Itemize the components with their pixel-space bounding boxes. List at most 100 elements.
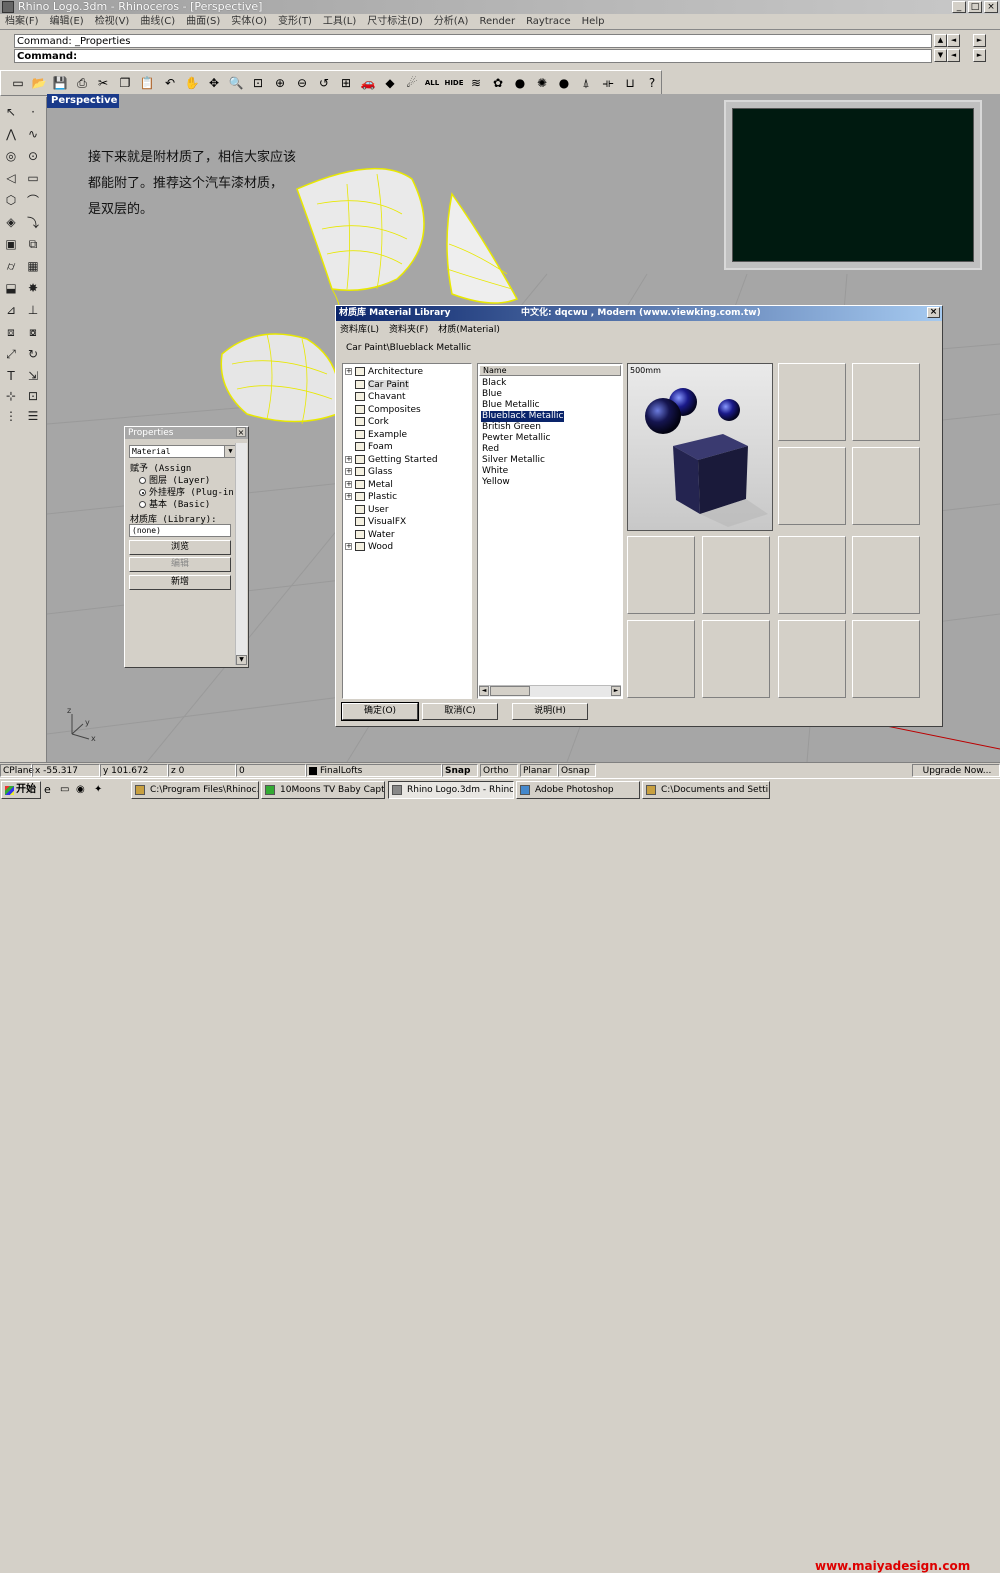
tree-node[interactable]: + Plastic: [345, 491, 397, 503]
material-swatch[interactable]: [702, 620, 770, 698]
sweep-icon[interactable]: ⤵: [24, 213, 42, 231]
desktop-quicklaunch-icon[interactable]: ▭: [60, 783, 74, 797]
four-viewports-icon[interactable]: ⊞: [337, 74, 355, 92]
minimize-button[interactable]: _: [952, 1, 966, 13]
color-wheel-icon[interactable]: ✿: [489, 74, 507, 92]
menu-analyze[interactable]: 分析(A): [429, 14, 475, 29]
scroll-right-icon[interactable]: ►: [611, 686, 621, 696]
list-item[interactable]: Black: [481, 378, 507, 389]
list-item-selected[interactable]: Blueblack Metallic: [481, 411, 565, 422]
pan-hand-icon[interactable]: ✋: [183, 74, 201, 92]
trim-icon[interactable]: ⊿: [2, 301, 20, 319]
cylinder-icon[interactable]: ⌭: [2, 257, 20, 275]
list-column-name[interactable]: Name: [479, 365, 621, 376]
light-icon[interactable]: ✺: [533, 74, 551, 92]
properties-type-select[interactable]: Material ▼: [129, 445, 237, 458]
open-file-icon[interactable]: 📂: [30, 74, 48, 92]
list-item[interactable]: Yellow: [481, 477, 511, 488]
tree-node[interactable]: + Architecture: [345, 366, 423, 378]
expand-icon[interactable]: +: [345, 543, 352, 550]
list-item[interactable]: White: [481, 466, 509, 477]
scroll-left-icon[interactable]: ◄: [479, 686, 489, 696]
tree-node[interactable]: + Glass: [345, 466, 392, 478]
tree-node[interactable]: Car Paint: [345, 379, 409, 391]
menu-view[interactable]: 检视(V): [90, 14, 136, 29]
ok-button[interactable]: 确定(O): [341, 702, 419, 721]
material-swatch[interactable]: [852, 536, 920, 614]
task-rhino[interactable]: Rhino Logo.3dm - Rhinoc...: [388, 781, 514, 799]
start-button[interactable]: 开始: [1, 781, 41, 799]
material-swatch[interactable]: [778, 536, 846, 614]
save-file-icon[interactable]: 💾: [51, 74, 69, 92]
point-icon[interactable]: ·: [24, 103, 42, 121]
undo-icon[interactable]: ↶: [161, 74, 179, 92]
gray-sphere-icon[interactable]: ●: [511, 74, 529, 92]
arc-icon[interactable]: ◁: [2, 169, 20, 187]
upgrade-now-button[interactable]: Upgrade Now...: [912, 764, 1000, 777]
extrude-icon[interactable]: ⬓: [2, 279, 20, 297]
history-scroll-right[interactable]: ►: [973, 34, 986, 47]
undo-view-icon[interactable]: ↺: [315, 74, 333, 92]
radio-selected-icon[interactable]: [139, 489, 146, 496]
zoom-icon[interactable]: 🔍: [227, 74, 245, 92]
show-objects-icon[interactable]: ☄: [403, 74, 421, 92]
menu-file[interactable]: 档案(F): [0, 14, 45, 29]
prompt-scroll-down[interactable]: ▼: [934, 49, 947, 62]
menu-edit[interactable]: 编辑(E): [45, 14, 90, 29]
ungroup-icon[interactable]: ⧇: [24, 323, 42, 341]
split-icon[interactable]: ⊥: [24, 301, 42, 319]
current-layer[interactable]: FinalLofts: [306, 764, 442, 777]
task-10moons-capture[interactable]: 10Moons TV Baby Capture: [261, 781, 385, 799]
list-item[interactable]: Red: [481, 444, 500, 455]
group-icon[interactable]: ⧈: [2, 323, 20, 341]
browse-button[interactable]: 浏览: [129, 540, 231, 555]
list-item[interactable]: British Green: [481, 422, 542, 433]
curve-icon[interactable]: ∿: [24, 125, 42, 143]
tree-node[interactable]: Cork: [345, 416, 389, 428]
material-swatch[interactable]: [627, 536, 695, 614]
mesh-icon[interactable]: ▦: [24, 257, 42, 275]
show-all-button[interactable]: ALL: [423, 74, 441, 92]
menu-transform[interactable]: 变形(T): [273, 14, 318, 29]
help-button[interactable]: 说明(H): [512, 703, 588, 720]
menu-dimension[interactable]: 尺寸标注(D): [362, 14, 429, 29]
radio-icon[interactable]: [139, 501, 146, 508]
tree-node[interactable]: User: [345, 504, 389, 516]
polyline-icon[interactable]: ⋀: [2, 125, 20, 143]
copy-icon[interactable]: ❐: [116, 74, 134, 92]
menu-solid[interactable]: 实体(O): [226, 14, 273, 29]
star-explode-icon[interactable]: ✸: [24, 279, 42, 297]
boolean-icon[interactable]: ⧉: [24, 235, 42, 253]
task-photoshop[interactable]: Adobe Photoshop: [516, 781, 640, 799]
menu-surface[interactable]: 曲面(S): [181, 14, 226, 29]
material-swatch[interactable]: [778, 363, 846, 441]
material-swatch[interactable]: [778, 620, 846, 698]
freeform-icon[interactable]: ⌒: [24, 191, 42, 209]
help-icon[interactable]: ?: [643, 74, 661, 92]
library-tree[interactable]: + Architecture Car Paint Chavant Composit…: [342, 363, 472, 699]
polygon-icon[interactable]: ⬡: [2, 191, 20, 209]
close-button[interactable]: ×: [984, 1, 998, 13]
ortho-toggle[interactable]: Ortho: [480, 764, 518, 777]
material-swatch[interactable]: [852, 620, 920, 698]
snap-grid-icon[interactable]: ⊹: [2, 387, 20, 405]
expand-icon[interactable]: +: [345, 468, 352, 475]
box-icon[interactable]: ▣: [2, 235, 20, 253]
expand-icon[interactable]: +: [345, 455, 352, 463]
task-documents[interactable]: C:\Documents and Settin...: [642, 781, 770, 799]
material-swatch[interactable]: [627, 620, 695, 698]
tree-node[interactable]: Composites: [345, 404, 421, 416]
surface-icon[interactable]: ◈: [2, 213, 20, 231]
material-swatch[interactable]: [702, 536, 770, 614]
array-icon[interactable]: ⋮: [2, 407, 20, 425]
menu-material[interactable]: 材质(Material): [438, 322, 500, 335]
layers-icon[interactable]: ≋: [467, 74, 485, 92]
ie-quicklaunch-icon[interactable]: e: [44, 783, 58, 797]
list-item[interactable]: Blue Metallic: [481, 400, 541, 411]
expand-icon[interactable]: +: [345, 493, 352, 500]
osnap-toggle[interactable]: Osnap: [558, 764, 596, 777]
move-icon[interactable]: ⤢: [2, 345, 20, 363]
menu-library[interactable]: 资料库(L): [340, 322, 379, 335]
prompt-scroll-right[interactable]: ►: [973, 49, 986, 62]
list-item[interactable]: Pewter Metallic: [481, 433, 551, 444]
